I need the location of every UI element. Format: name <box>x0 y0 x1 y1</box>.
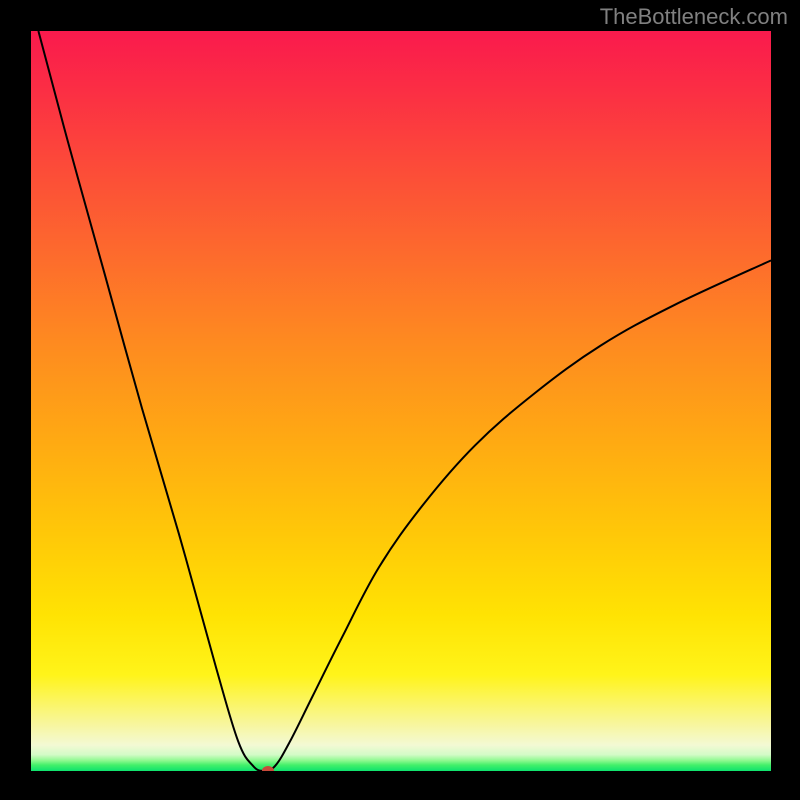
marker-dot <box>262 766 274 771</box>
plot-area <box>31 31 771 771</box>
watermark-label: TheBottleneck.com <box>600 4 788 30</box>
chart-container: TheBottleneck.com <box>0 0 800 800</box>
curve-path <box>38 31 771 771</box>
curve-layer <box>31 31 771 771</box>
